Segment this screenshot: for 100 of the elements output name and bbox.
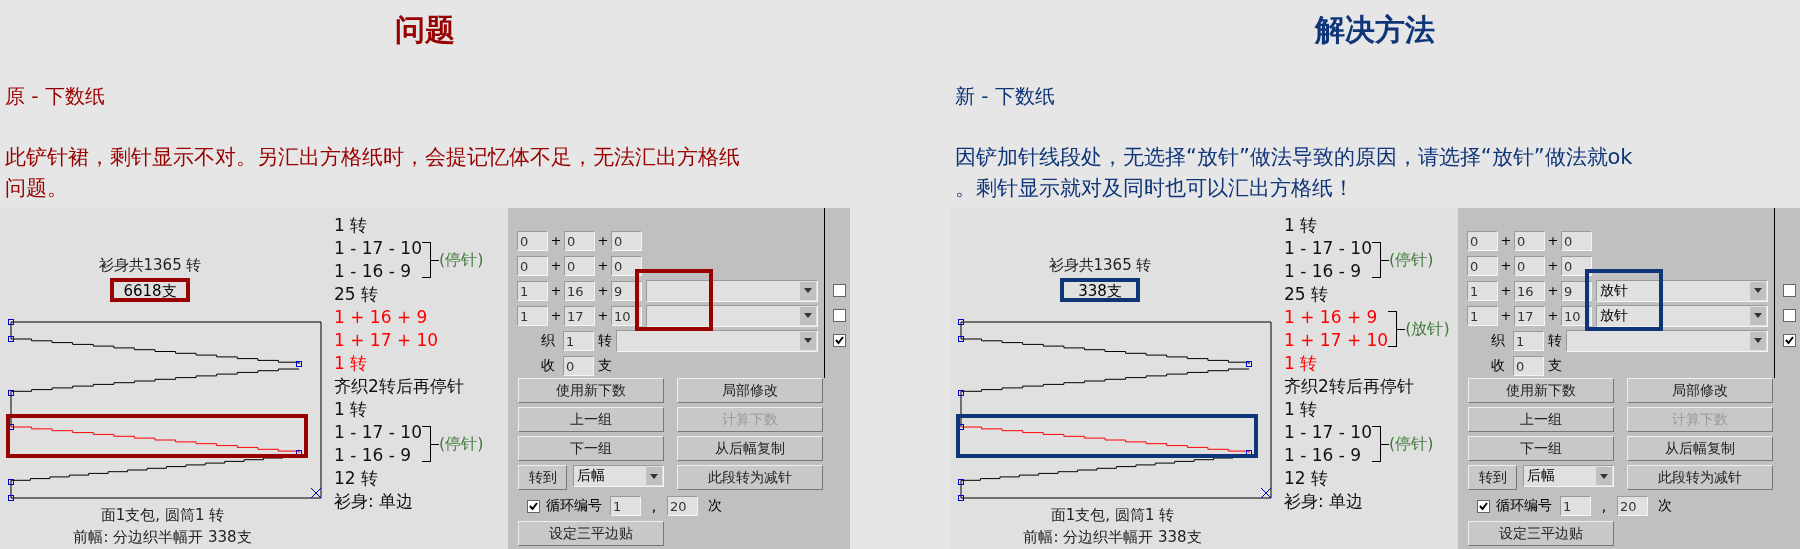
action-button[interactable]: 从后幅复制 xyxy=(1627,436,1773,461)
row-note: 1 - 16 - 9 xyxy=(1284,444,1363,467)
number-field[interactable]: 1 xyxy=(1513,330,1544,351)
number-field[interactable]: 0 xyxy=(564,230,595,251)
row-note: 1 转 xyxy=(1284,352,1319,375)
number-field[interactable]: 1 xyxy=(1560,496,1591,516)
row-note: 25 转 xyxy=(1284,283,1330,306)
number-field[interactable]: 20 xyxy=(667,496,698,516)
section-subtitle: 新 - 下数纸 xyxy=(955,83,1056,110)
description-line: 问题。 xyxy=(5,175,69,202)
number-field[interactable]: 0 xyxy=(563,355,594,376)
number-field[interactable]: 16 xyxy=(1514,280,1545,301)
row-note: 1 - 17 - 10 xyxy=(334,421,422,444)
panel-dropdown[interactable]: 后幅 xyxy=(573,465,664,487)
action-button[interactable]: 局部修改 xyxy=(677,378,823,403)
row-note: 1 - 16 - 9 xyxy=(1284,260,1363,283)
action-button[interactable]: 上一组 xyxy=(1468,407,1614,432)
action-button[interactable]: 使用新下数 xyxy=(518,378,664,403)
row-note: 1 - 17 - 10 xyxy=(334,237,422,260)
plus-sign: + xyxy=(549,308,563,323)
checkbox[interactable] xyxy=(1783,284,1796,297)
number-field[interactable]: 1 xyxy=(517,305,548,326)
field-label: 织 xyxy=(1490,331,1506,350)
separator: , xyxy=(1600,498,1608,514)
number-field[interactable]: 1 xyxy=(563,330,594,351)
row-note: 1 - 17 - 10 xyxy=(1284,237,1372,260)
group-label: (停针) xyxy=(438,433,484,455)
action-button[interactable]: 设定三平边贴 xyxy=(1468,521,1614,546)
number-field[interactable]: 17 xyxy=(564,305,595,326)
plus-sign: + xyxy=(1499,233,1513,248)
checkbox[interactable] xyxy=(1783,309,1796,322)
goto-button[interactable]: 转到 xyxy=(518,465,568,490)
checkbox[interactable] xyxy=(833,309,846,322)
action-button[interactable]: 下一组 xyxy=(1468,436,1614,461)
row-note: 齐织2转后再停针 xyxy=(1284,375,1415,398)
action-button[interactable]: 此段转为减针 xyxy=(1627,465,1773,490)
field-unit: 支 xyxy=(597,356,612,375)
description-line: 此铲针裙，剩针显示不对。另汇出方格纸时，会提记忆体不足，无法汇出方格纸 xyxy=(5,144,741,171)
plus-sign: + xyxy=(1499,308,1513,323)
group-label: (停针) xyxy=(1388,249,1434,271)
section-title: 解决方法 xyxy=(1313,11,1436,49)
number-field[interactable]: 0 xyxy=(1467,255,1498,276)
method-dropdown[interactable] xyxy=(646,304,818,327)
method-dropdown[interactable] xyxy=(1566,329,1768,352)
checkbox[interactable] xyxy=(833,334,846,347)
row-note: 衫身: 单边 xyxy=(1284,490,1365,513)
number-field[interactable]: 0 xyxy=(517,255,548,276)
checkbox[interactable] xyxy=(833,284,846,297)
plus-sign: + xyxy=(1499,283,1513,298)
panel-dropdown[interactable]: 后幅 xyxy=(1523,465,1614,487)
plus-sign: + xyxy=(549,283,563,298)
checkbox-label: 循环编号 xyxy=(1496,497,1553,515)
field-label: 织 xyxy=(540,331,556,350)
section-subtitle: 原 - 下数纸 xyxy=(5,83,106,110)
action-button[interactable]: 使用新下数 xyxy=(1468,378,1614,403)
number-field[interactable]: 16 xyxy=(564,280,595,301)
number-field[interactable]: 0 xyxy=(1561,255,1592,276)
checkbox[interactable] xyxy=(527,499,540,513)
number-field[interactable]: 0 xyxy=(611,255,642,276)
number-field[interactable]: 1 xyxy=(610,496,641,516)
method-dropdown[interactable] xyxy=(646,279,818,302)
checkbox[interactable] xyxy=(1783,334,1796,347)
method-dropdown[interactable]: 放针 xyxy=(1596,279,1768,302)
number-field[interactable]: 0 xyxy=(1561,230,1592,251)
field-unit: 次 xyxy=(707,497,722,515)
row-note: 1 + 17 + 10 xyxy=(1284,329,1389,352)
action-button[interactable]: 局部修改 xyxy=(1627,378,1773,403)
row-note: 12 转 xyxy=(1284,467,1330,490)
number-field[interactable]: 1 xyxy=(1467,305,1498,326)
method-dropdown[interactable] xyxy=(616,329,818,352)
number-field[interactable]: 0 xyxy=(517,230,548,251)
field-label: 收 xyxy=(540,356,556,375)
action-button[interactable]: 从后幅复制 xyxy=(677,436,823,461)
number-field[interactable]: 1 xyxy=(517,280,548,301)
goto-button[interactable]: 转到 xyxy=(1468,465,1518,490)
row-note: 1 + 16 + 9 xyxy=(1284,306,1379,329)
diagram-caption: 面1支包, 圆筒1 转 xyxy=(99,505,226,526)
number-field[interactable]: 20 xyxy=(1617,496,1648,516)
number-field[interactable]: 17 xyxy=(1514,305,1545,326)
action-button[interactable]: 此段转为减针 xyxy=(677,465,823,490)
number-field[interactable]: 0 xyxy=(564,255,595,276)
number-field[interactable]: 0 xyxy=(1514,255,1545,276)
plus-sign: + xyxy=(1546,233,1560,248)
field-label: 收 xyxy=(1490,356,1506,375)
action-button[interactable]: 设定三平边贴 xyxy=(518,521,664,546)
number-field[interactable]: 1 xyxy=(1467,280,1498,301)
action-button[interactable]: 上一组 xyxy=(518,407,664,432)
number-field[interactable]: 0 xyxy=(1514,230,1545,251)
plus-sign: + xyxy=(596,233,610,248)
number-field[interactable]: 0 xyxy=(1467,230,1498,251)
number-field[interactable]: 0 xyxy=(1513,355,1544,376)
method-dropdown[interactable]: 放针 xyxy=(1596,304,1768,327)
row-note: 1 + 16 + 9 xyxy=(334,306,429,329)
row-note: 1 转 xyxy=(1284,214,1319,237)
field-unit: 支 xyxy=(1547,356,1562,375)
checkbox[interactable] xyxy=(1477,499,1490,513)
field-unit: 次 xyxy=(1657,497,1672,515)
action-button[interactable]: 下一组 xyxy=(518,436,664,461)
number-field[interactable]: 0 xyxy=(611,230,642,251)
description-line: 。剩针显示就对及同时也可以汇出方格纸！ xyxy=(955,175,1355,202)
